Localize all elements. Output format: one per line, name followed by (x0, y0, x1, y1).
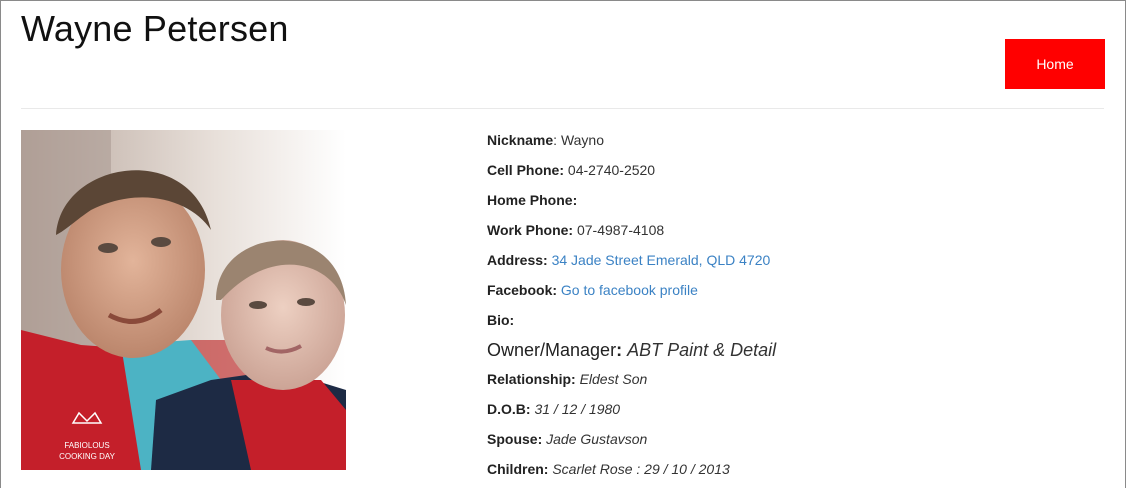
spouse-row: Spouse: Jade Gustavson (487, 429, 647, 449)
profile-photo: FABIOLOUS COOKING DAY (21, 130, 346, 470)
work-phone-row: Work Phone: 07-4987-4108 (487, 220, 664, 240)
work-phone-label: Work Phone: (487, 222, 574, 238)
spouse-value: Jade Gustavson (546, 431, 648, 447)
spouse-label: Spouse: (487, 431, 543, 447)
cell-phone-row: Cell Phone: 04-2740-2520 (487, 160, 655, 180)
cell-phone-label: Cell Phone: (487, 162, 565, 178)
bio-label: Bio: (487, 312, 515, 328)
children-row: Children: Scarlet Rose : 29 / 10 / 2013 (487, 459, 730, 479)
nickname-value: Wayno (560, 132, 604, 148)
children-value: Scarlet Rose : 29 / 10 / 2013 (552, 461, 730, 477)
work-phone-value: 07-4987-4108 (576, 222, 665, 238)
role-row: Owner/Manager: ABT Paint & Detail (487, 340, 777, 360)
page-title: Wayne Petersen (21, 8, 289, 49)
role-label: Owner/Manager (487, 340, 617, 360)
cell-phone-value: 04-2740-2520 (567, 162, 656, 178)
home-button[interactable]: Home (1005, 39, 1105, 89)
address-label: Address: (487, 252, 548, 268)
facebook-label: Facebook: (487, 282, 558, 298)
dob-value: 31 / 12 / 1980 (534, 401, 621, 417)
role-value: ABT Paint & Detail (627, 340, 777, 360)
home-phone-row: Home Phone: (487, 190, 577, 210)
children-label: Children: (487, 461, 549, 477)
apron-text-2: COOKING DAY (59, 452, 116, 461)
address-row: Address: 34 Jade Street Emerald, QLD 472… (487, 250, 770, 270)
facebook-row: Facebook: Go to facebook profile (487, 280, 698, 300)
dob-row: D.O.B: 31 / 12 / 1980 (487, 399, 620, 419)
relationship-label: Relationship: (487, 371, 576, 387)
address-link[interactable]: 34 Jade Street Emerald, QLD 4720 (552, 252, 771, 268)
header-divider (21, 108, 1104, 109)
relationship-row: Relationship: Eldest Son (487, 369, 647, 389)
facebook-profile-link[interactable]: Go to facebook profile (561, 282, 698, 298)
relationship-value: Eldest Son (579, 371, 648, 387)
apron-text-1: FABIOLOUS (64, 441, 109, 450)
nickname-label: Nickname (487, 132, 554, 148)
nickname-row: Nickname: Wayno (487, 132, 604, 148)
dob-label: D.O.B: (487, 401, 531, 417)
bio-row: Bio: (487, 310, 514, 330)
home-phone-label: Home Phone: (487, 192, 578, 208)
